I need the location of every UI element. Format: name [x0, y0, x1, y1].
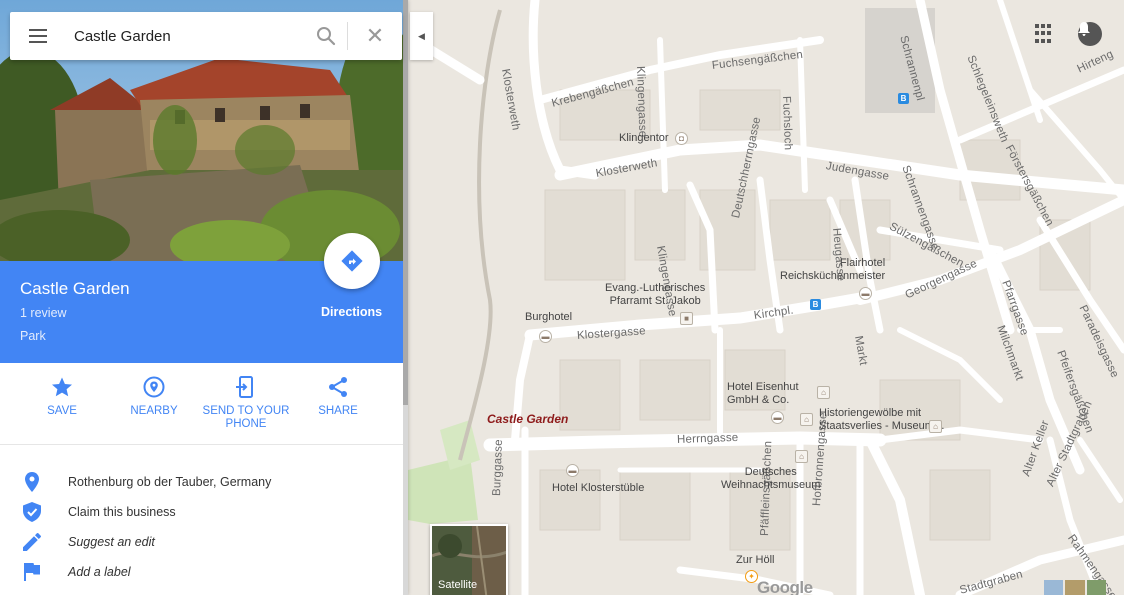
poi-hotel-eisenhut[interactable]: Hotel Eisenhut GmbH & Co.	[727, 381, 799, 407]
panel-scrollbar[interactable]	[403, 0, 408, 595]
place-panel: Castle Garden ✕ Castle Garden 1 review P…	[0, 0, 408, 595]
nearby-icon	[143, 376, 165, 398]
street-label: Klingengasse	[634, 65, 649, 138]
add-label-text: Add a label	[68, 565, 131, 579]
send-to-phone-label-line2: PHONE	[225, 418, 267, 430]
museum-icon: ⌂	[800, 413, 813, 426]
poi-burghotel[interactable]: Burghotel	[525, 311, 572, 324]
add-label-row[interactable]: Add a label	[0, 557, 403, 587]
search-icon[interactable]	[305, 12, 347, 60]
address-text: Rothenburg ob der Tauber, Germany	[68, 475, 272, 489]
share-icon	[329, 377, 347, 397]
address-row[interactable]: Rothenburg ob der Tauber, Germany	[0, 467, 403, 497]
search-input[interactable]: Castle Garden	[66, 28, 305, 45]
close-icon[interactable]: ✕	[348, 12, 402, 60]
flag-icon	[22, 562, 42, 582]
nearby-button[interactable]: NEARBY	[124, 375, 184, 418]
satellite-toggle[interactable]: Satellite	[430, 524, 508, 595]
claim-business-row[interactable]: Claim this business	[0, 497, 403, 527]
star-icon	[52, 377, 72, 397]
poi-historiengewolbe[interactable]: Historiengewölbe mit Staatsverlies - Mus…	[819, 407, 945, 433]
pencil-icon	[22, 532, 42, 552]
bus-stop-icon: B	[898, 93, 909, 104]
museum-icon: ⌂	[795, 450, 808, 463]
street-label: Fuchsloch	[780, 95, 794, 151]
collapse-panel-button[interactable]: ◀	[410, 12, 433, 60]
church-icon: ■	[680, 312, 693, 325]
save-label: SAVE	[47, 405, 77, 417]
nearby-label: NEARBY	[130, 405, 178, 417]
poi-hotel-klosterstuble[interactable]: Hotel Klosterstüble	[552, 482, 644, 495]
search-box[interactable]: Castle Garden ✕	[10, 12, 402, 60]
save-button[interactable]: SAVE	[37, 375, 87, 418]
hotel-icon: ▬	[566, 464, 579, 477]
send-to-phone-icon	[236, 376, 253, 398]
hotel-icon: ▬	[771, 411, 784, 424]
place-category[interactable]: Park	[20, 329, 46, 343]
suggest-edit-row[interactable]: Suggest an edit	[0, 527, 403, 557]
google-logo: Google	[757, 578, 813, 595]
verified-shield-icon	[22, 502, 42, 522]
satellite-label: Satellite	[438, 579, 478, 591]
share-button[interactable]: SHARE	[312, 375, 364, 418]
museum-icon: ⌂	[817, 386, 830, 399]
review-count-link[interactable]: 1 review	[20, 306, 67, 320]
street-label: Herrngasse	[676, 431, 739, 446]
map-marker-label[interactable]: Castle Garden	[487, 412, 568, 426]
poi-zur-holl[interactable]: Zur Höll	[736, 554, 775, 567]
imagery-thumbnails[interactable]	[1044, 580, 1106, 595]
directions-button[interactable]	[324, 233, 380, 289]
bus-stop-icon: B	[810, 299, 821, 310]
notifications-icon[interactable]	[1078, 22, 1102, 46]
poi-evang-pfarramt[interactable]: Evang.-Lutherisches Pfarramt St. Jakob	[605, 282, 705, 308]
place-title: Castle Garden	[20, 279, 130, 298]
location-pin-icon	[22, 472, 42, 492]
share-label: SHARE	[318, 405, 358, 417]
poi-weihnachtsmuseum[interactable]: Deutsches Weihnachtsmuseum	[721, 466, 820, 492]
suggest-edit-text: Suggest an edit	[68, 535, 155, 549]
directions-label[interactable]: Directions	[321, 305, 382, 319]
poi-flairhotel[interactable]: Flairhotel Reichsküchenmeister	[780, 257, 885, 283]
apps-grid-icon[interactable]	[1035, 24, 1055, 44]
camera-icon: ◘	[675, 132, 688, 145]
poi-klingentor[interactable]: Klingentor	[619, 132, 669, 145]
action-bar: SAVE NEARBY SEND TO YOUR PHONE SHARE	[0, 363, 403, 445]
street-label: Burggasse	[491, 439, 505, 497]
claim-business-text: Claim this business	[68, 505, 176, 519]
send-to-phone-label-line1: SEND TO YOUR	[202, 405, 290, 417]
hamburger-menu-icon[interactable]	[10, 12, 66, 60]
panel-scrollbar-thumb[interactable]	[403, 0, 408, 405]
museum-icon: ⌂	[929, 420, 942, 433]
hotel-icon: ▬	[539, 330, 552, 343]
hotel-icon: ▬	[859, 287, 872, 300]
send-to-phone-button[interactable]: SEND TO YOUR PHONE	[198, 375, 294, 431]
directions-icon	[341, 250, 363, 272]
